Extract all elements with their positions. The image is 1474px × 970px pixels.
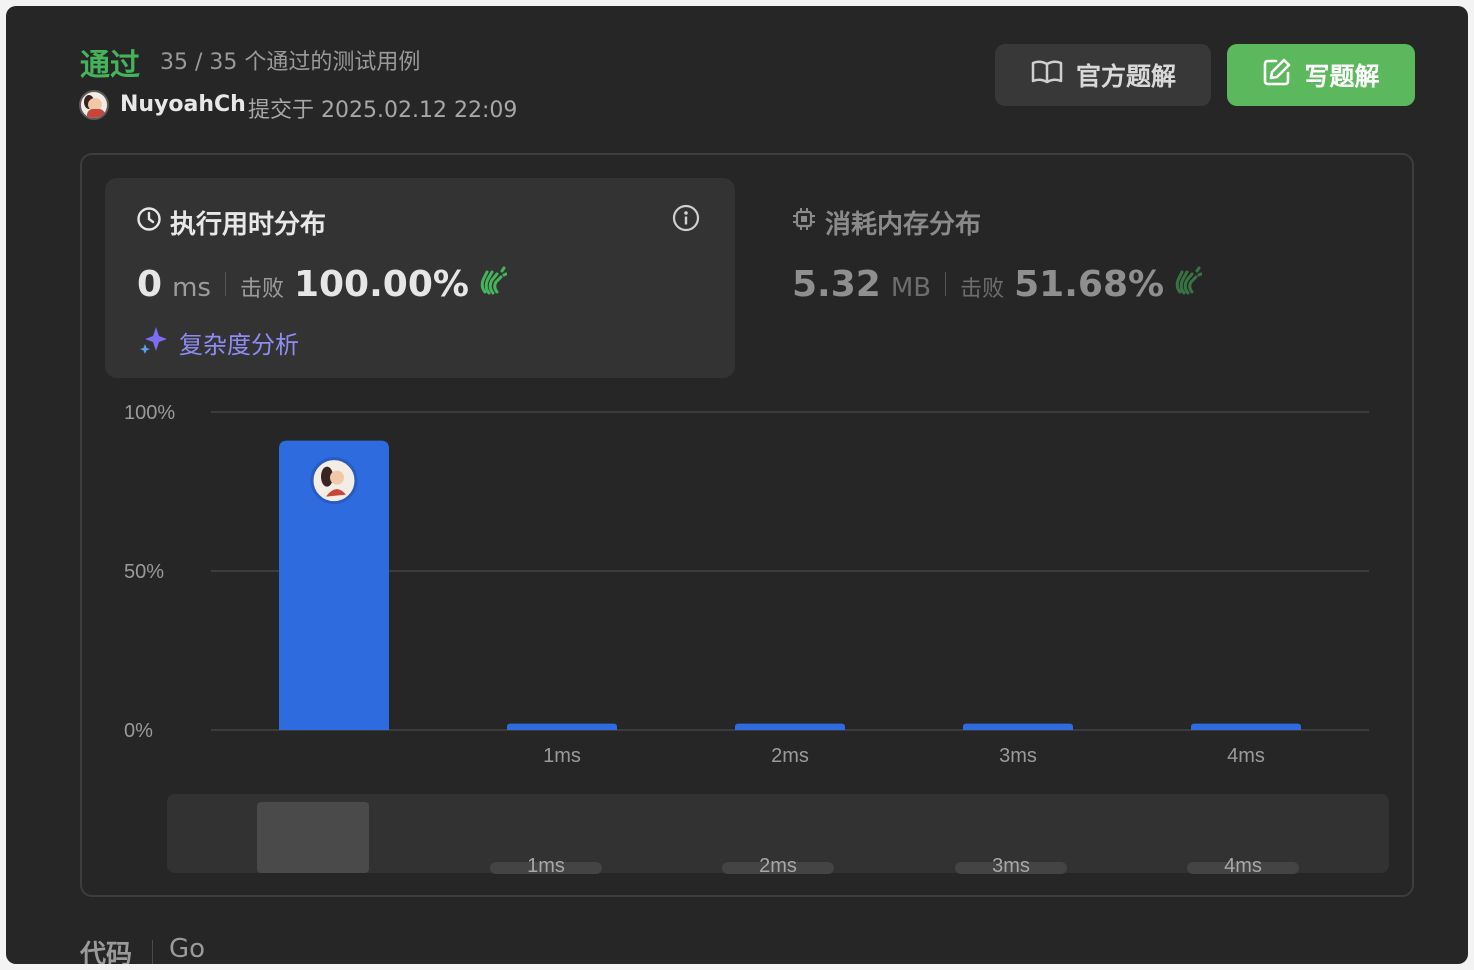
x-tick-label: 2ms — [771, 745, 809, 767]
avatar-face — [330, 470, 344, 485]
overview-label: 2ms — [759, 855, 797, 877]
submission-detail-window: 通过 35 / 35 个通过的测试用例 NuyoahCh 提交于 2025.02… — [6, 6, 1468, 964]
runtime-distribution-chart: 100% 50% 0% 1ms 2ms 3ms 4ms 1ms 2ms 3ms 4ms — [124, 402, 1389, 877]
bar-3ms[interactable] — [963, 723, 1073, 730]
bar-2ms[interactable] — [735, 723, 845, 730]
code-language[interactable]: Go — [169, 934, 205, 964]
divider — [152, 940, 153, 964]
y-tick-label: 50% — [124, 561, 164, 583]
y-tick-label: 0% — [124, 720, 153, 742]
bar-4ms[interactable] — [1191, 723, 1301, 730]
bar-1ms[interactable] — [507, 723, 617, 730]
x-tick-label: 3ms — [999, 745, 1037, 767]
overview-window-handle[interactable] — [257, 802, 369, 873]
overview-label: 3ms — [992, 855, 1030, 877]
x-tick-label: 1ms — [543, 745, 581, 767]
code-section-label: 代码 — [80, 940, 133, 964]
overview-label: 1ms — [527, 855, 565, 877]
y-tick-label: 100% — [124, 402, 175, 424]
overview-label: 4ms — [1224, 855, 1262, 877]
x-tick-label: 4ms — [1227, 745, 1265, 767]
